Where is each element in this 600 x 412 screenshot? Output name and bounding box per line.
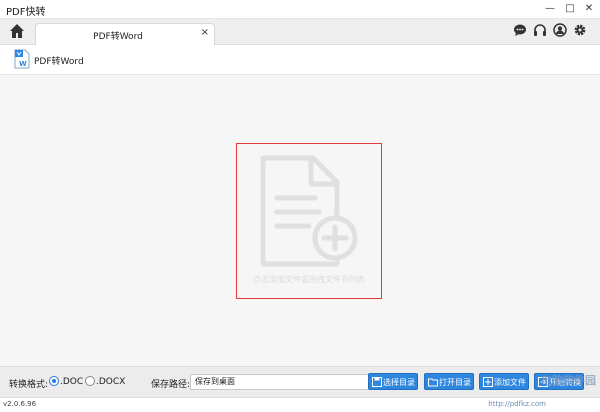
format-doc-label[interactable]: .DOC xyxy=(60,377,83,387)
minimize-button[interactable]: — xyxy=(542,1,558,17)
function-header: W PDF转Word xyxy=(0,45,600,75)
dropzone-hint: 点击添加文件或拖拽文件到列表 xyxy=(253,275,365,284)
tab-bar: PDF转Word × xyxy=(0,19,600,45)
save-path-input[interactable]: 保存到桌面 xyxy=(190,374,370,390)
title-bar: PDF快转 — □ ✕ xyxy=(0,0,600,19)
close-button[interactable]: ✕ xyxy=(581,1,597,17)
format-docx-radio[interactable] xyxy=(85,376,95,386)
format-docx-label[interactable]: .DOCX xyxy=(96,377,125,387)
word-file-icon: W xyxy=(14,49,30,69)
open-directory-button[interactable]: 打开目录 xyxy=(424,373,474,390)
user-icon[interactable] xyxy=(553,23,567,37)
add-file-icon xyxy=(260,155,358,267)
choose-directory-label: 选择目录 xyxy=(383,378,415,387)
gear-icon[interactable] xyxy=(573,23,587,37)
bottom-toolbar: 转换格式: .DOC .DOCX 保存路径: 保存到桌面 选择目录 打开目录 添… xyxy=(0,366,600,398)
folder-icon xyxy=(428,378,438,387)
window-title: PDF快转 xyxy=(6,7,46,18)
svg-text:W: W xyxy=(19,60,27,68)
add-file-button[interactable]: 添加文件 xyxy=(479,373,529,390)
tab-pdf-to-word[interactable]: PDF转Word × xyxy=(35,23,215,45)
website-link[interactable]: http://pdfkz.com xyxy=(488,400,546,408)
save-path-label: 保存路径: xyxy=(151,380,191,390)
save-icon xyxy=(372,377,382,387)
status-bar: v2.0.6.96 http://pdfkz.com xyxy=(0,397,600,412)
file-drop-area[interactable]: 点击添加文件或拖拽文件到列表 xyxy=(0,75,600,366)
tab-label: PDF转Word xyxy=(93,32,143,42)
maximize-button[interactable]: □ xyxy=(562,1,578,17)
headset-icon[interactable] xyxy=(533,23,547,37)
version-text: v2.0.6.96 xyxy=(3,400,37,408)
home-icon[interactable] xyxy=(9,23,25,39)
add-file-label: 添加文件 xyxy=(494,378,526,387)
format-doc-radio[interactable] xyxy=(49,376,59,386)
plus-icon xyxy=(483,377,493,387)
add-file-dropzone[interactable]: 点击添加文件或拖拽文件到列表 xyxy=(236,143,382,299)
choose-directory-button[interactable]: 选择目录 xyxy=(368,373,418,390)
chat-icon[interactable] xyxy=(513,23,527,37)
tab-close-icon[interactable]: × xyxy=(201,27,209,38)
open-directory-label: 打开目录 xyxy=(439,378,471,387)
watermark: 电脑软件园 xyxy=(541,374,596,387)
format-label: 转换格式: xyxy=(9,380,49,390)
function-title: PDF转Word xyxy=(34,57,84,67)
